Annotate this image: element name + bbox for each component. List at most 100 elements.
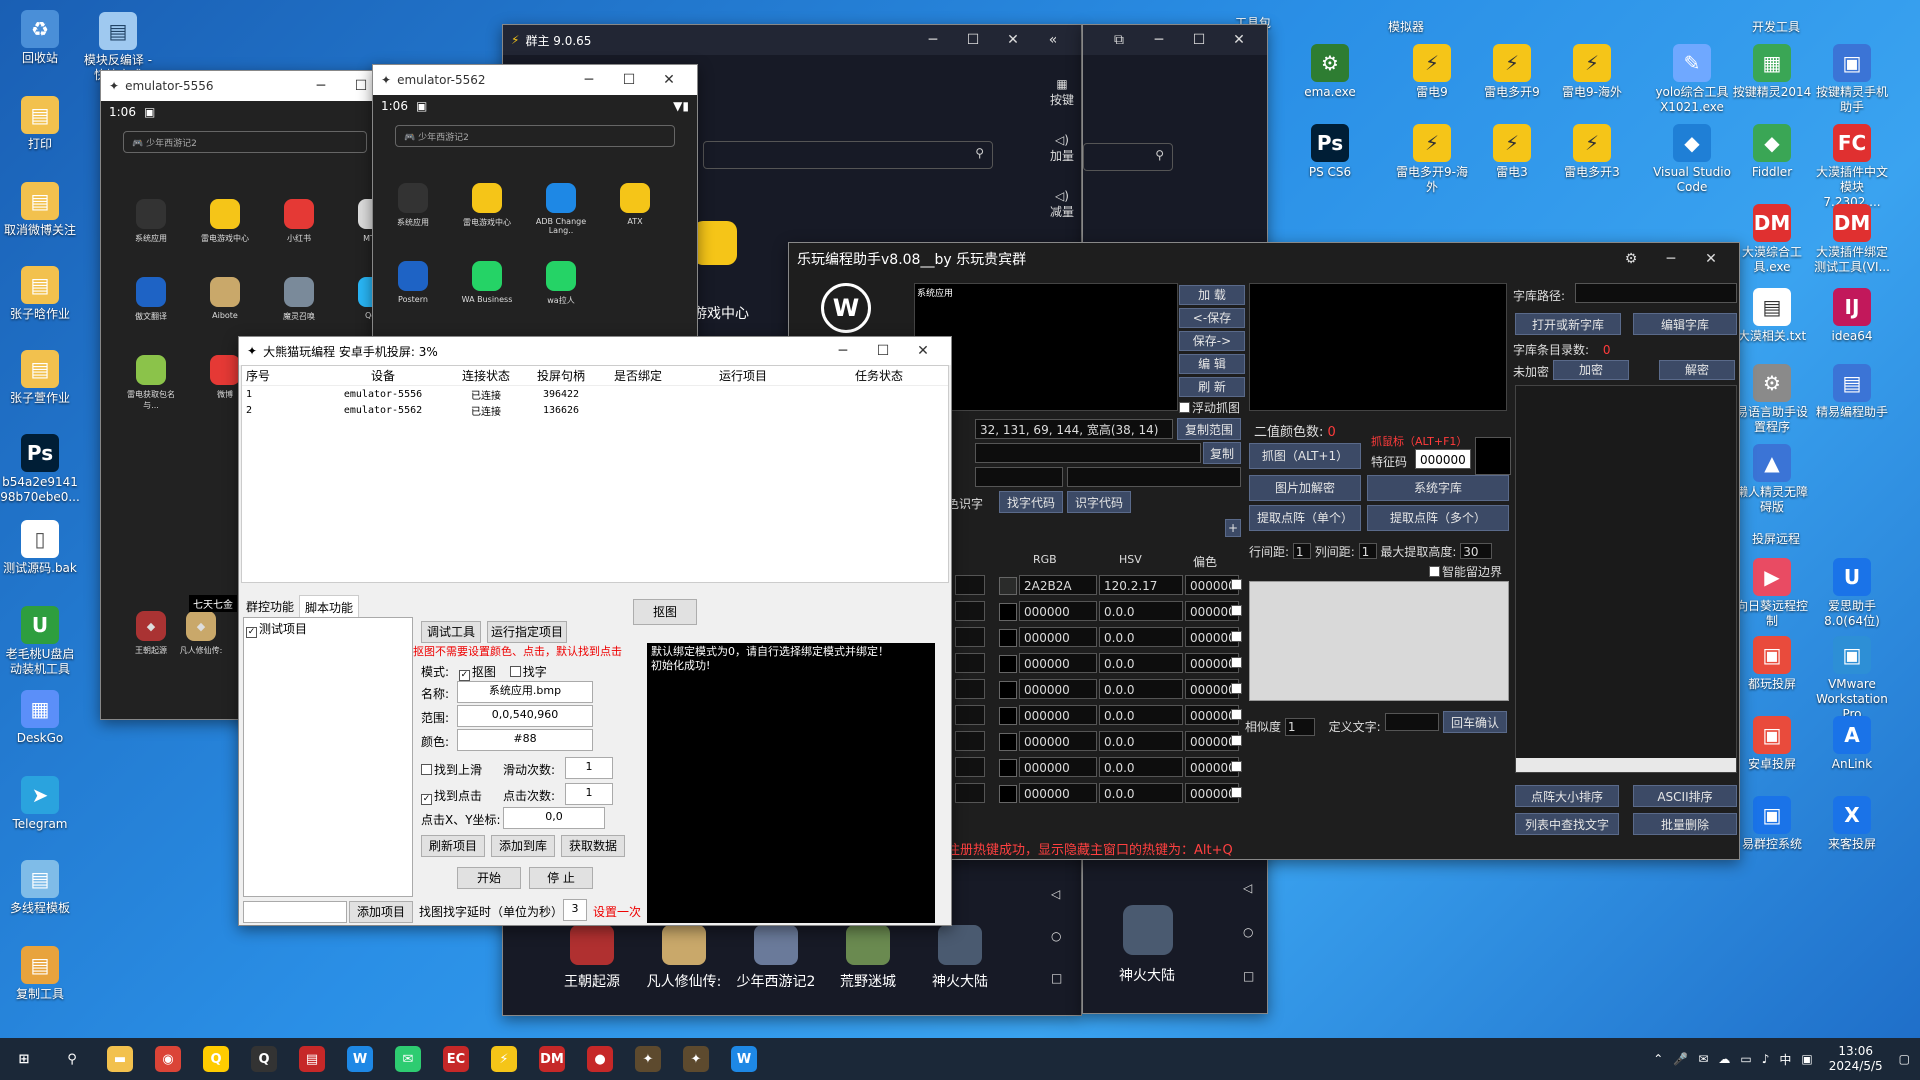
desktop-icon-right-26[interactable]: A AnLink [1812, 716, 1892, 772]
notification-center-icon[interactable]: ▢ [1899, 1052, 1910, 1066]
xy-field[interactable]: 0,0 [503, 807, 605, 829]
lib-list[interactable] [1515, 385, 1737, 773]
app-tile-4[interactable]: Postern [383, 261, 443, 304]
color-field-1[interactable] [975, 467, 1063, 487]
desktop-icon-right-22[interactable]: U 爱思助手8.0(64位) [1812, 558, 1892, 629]
mode-grab-checkbox[interactable]: ✓ 抠图 [458, 665, 496, 681]
color-row-hsv[interactable]: 120.2.17 [1099, 575, 1183, 595]
color-row-checkbox[interactable] [1231, 709, 1242, 720]
max-height-field[interactable]: 30 [1460, 543, 1493, 559]
app-tile-6[interactable]: wa拉人 [531, 261, 591, 306]
dock-app-4[interactable]: 神火大陆 [915, 925, 1005, 991]
column-header[interactable]: 是否绑定 [596, 367, 676, 384]
maximize-icon[interactable]: ☐ [953, 32, 993, 48]
color-row-rgb[interactable]: 000000 [1019, 679, 1097, 699]
game-center-icon[interactable] [693, 221, 737, 265]
volume-icon[interactable]: ♪ [1762, 1052, 1770, 1066]
plus-button[interactable]: + [1225, 519, 1241, 537]
settings-icon[interactable]: ⚙ [1611, 251, 1651, 267]
refresh-project-button[interactable]: 刷新项目 [421, 835, 485, 857]
color-row-hsv[interactable]: 0.0.0 [1099, 731, 1183, 751]
taskbar-qq2-icon[interactable]: Q [240, 1038, 288, 1080]
nav-recent-icon[interactable]: □ [1243, 969, 1254, 983]
collapse-icon[interactable]: « [1033, 32, 1073, 48]
project-item[interactable]: ✓ 测试项目 [246, 620, 410, 638]
taskbar-lewan-icon[interactable]: W [336, 1038, 384, 1080]
name-field[interactable]: 系统应用.bmp [457, 681, 593, 703]
desktop-icon-right-28[interactable]: X 来客投屏 [1812, 796, 1892, 852]
desktop-icon-right-2[interactable]: ⚡ 雷电多开9 [1472, 44, 1552, 100]
smart-edge-checkbox[interactable]: 智能留边界 [1429, 563, 1502, 580]
desktop-icon-right-27[interactable]: ▣ 易群控系统 [1732, 796, 1812, 852]
desktop-icon-9[interactable]: ➤ Telegram [0, 776, 80, 832]
color-row-rgb[interactable]: 000000 [1019, 601, 1097, 621]
desktop-icon-8[interactable]: ▦ DeskGo [0, 690, 80, 746]
desktop-icon-right-5[interactable]: ▦ 按键精灵2014 [1732, 44, 1812, 100]
taskbar-panda1-icon[interactable]: ✦ [624, 1038, 672, 1080]
run-project-button[interactable]: 运行指定项目 [487, 621, 567, 643]
color-row-checkbox[interactable] [1231, 761, 1242, 772]
encrypt-button[interactable]: 加密 [1553, 360, 1629, 380]
taskbar-dm-icon[interactable]: DM [528, 1038, 576, 1080]
desktop-icon-right-1[interactable]: ⚡ 雷电9 [1392, 44, 1472, 100]
desktop-icon-0[interactable]: ♻ 回收站 [0, 10, 80, 66]
delay-field[interactable]: 3 [563, 899, 587, 921]
mode-text-checkbox[interactable]: 找字 [509, 665, 547, 679]
project-list[interactable]: ✓ 测试项目 [243, 617, 413, 897]
set-once-link[interactable]: 设置一次 [593, 903, 641, 920]
app-tile-8[interactable]: 雷电获取包名与... [121, 355, 181, 411]
taskbar-chrome-icon[interactable]: ◉ [144, 1038, 192, 1080]
desktop-icon-right-10[interactable]: ⚡ 雷电多开3 [1552, 124, 1632, 180]
sort-size-button[interactable]: 点阵大小排序 [1515, 785, 1619, 807]
color-row-rgb[interactable]: 000000 [1019, 731, 1097, 751]
color-row-hsv[interactable]: 0.0.0 [1099, 679, 1183, 699]
column-header[interactable]: 投屏句柄 [522, 367, 596, 384]
desktop-icon-right-3[interactable]: ⚡ 雷电9-海外 [1552, 44, 1632, 100]
desktop-icon-right-18[interactable]: ⚙ 易语言助手设置程序 [1732, 364, 1812, 435]
color-row-hsv[interactable]: 0.0.0 [1099, 601, 1183, 621]
add-to-lib-button[interactable]: 添加到库 [491, 835, 555, 857]
img-decrypt-button[interactable]: 图片加解密 [1249, 475, 1361, 501]
slide-count-field[interactable]: 1 [565, 757, 613, 779]
network-icon[interactable]: ▭ [1740, 1052, 1751, 1066]
color-row-checkbox[interactable] [1231, 631, 1242, 642]
color-row-hsv[interactable]: 0.0.0 [1099, 653, 1183, 673]
color-row-rgb[interactable]: 000000 [1019, 757, 1097, 777]
desktop-icon-right-15[interactable]: DM 大漠插件绑定测试工具(VI... [1812, 204, 1892, 275]
lewan-left-button-0[interactable]: 加 载 [1179, 285, 1245, 305]
minimize-icon[interactable]: ─ [569, 72, 609, 88]
color-row-rgb[interactable]: 000000 [1019, 783, 1097, 803]
range-field[interactable]: 0,0,540,960 [457, 705, 593, 727]
desktop-icon-right-16[interactable]: ▤ 大漠相关.txt [1732, 288, 1812, 344]
color-row-checkbox[interactable] [1231, 735, 1242, 746]
desktop-icon-11[interactable]: ▤ 复制工具 [0, 946, 80, 1002]
desktop-icon-right-23[interactable]: ▣ 都玩投屏 [1732, 636, 1812, 692]
minimize-icon[interactable]: ─ [1139, 32, 1179, 48]
decrypt-button[interactable]: 解密 [1659, 360, 1735, 380]
color-row-hsv[interactable]: 0.0.0 [1099, 757, 1183, 777]
extract-multi-button[interactable]: 提取点阵（多个） [1367, 505, 1509, 531]
copy-range-button[interactable]: 复制范围 [1177, 418, 1241, 440]
wechat-tray-icon[interactable]: ✉ [1698, 1052, 1708, 1066]
app-tile-0[interactable]: 系统应用 [383, 183, 443, 228]
find-slide-checkbox[interactable]: 找到上滑 [421, 761, 482, 778]
table-row[interactable]: 1 emulator-5556 已连接 396422 [242, 386, 948, 402]
search-icon[interactable]: ⚲ [975, 146, 984, 160]
mic-icon[interactable]: 🎤 [1673, 1052, 1688, 1066]
taskbar-start-icon[interactable]: ⊞ [0, 1038, 48, 1080]
debug-tool-button[interactable]: 调试工具 [421, 621, 481, 643]
find-in-list-button[interactable]: 列表中查找文字 [1515, 813, 1619, 835]
batch-delete-button[interactable]: 批量删除 [1633, 813, 1737, 835]
color-row-checkbox[interactable] [1231, 683, 1242, 694]
desktop-icon-right-17[interactable]: IJ idea64 [1812, 288, 1892, 344]
lewan-left-button-2[interactable]: 保存-> [1179, 331, 1245, 351]
float-grab-checkbox[interactable]: 浮动抓图 [1179, 399, 1240, 416]
color-row-hsv[interactable]: 0.0.0 [1099, 783, 1183, 803]
sort-ascii-button[interactable]: ASCII排序 [1633, 785, 1737, 807]
get-data-button[interactable]: 获取数据 [561, 835, 625, 857]
taskbar-panda2-icon[interactable]: ✦ [672, 1038, 720, 1080]
start-button[interactable]: 开始 [457, 867, 521, 889]
app-tile-4[interactable]: 傲文翻译 [121, 277, 181, 322]
desktop-icon-right-21[interactable]: ▶ 向日葵远程控制 [1732, 558, 1812, 629]
side-button-1[interactable]: ◁) 加量 [1047, 133, 1077, 164]
